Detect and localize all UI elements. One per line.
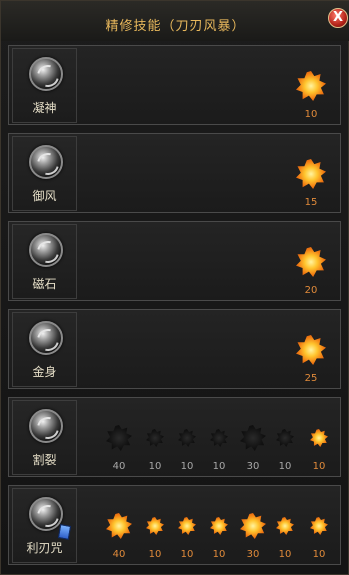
star-icon[interactable] <box>210 517 228 535</box>
skill-slot[interactable]: 利刃咒 <box>12 488 77 563</box>
skill-row: 利刃咒 40 10 10 10 30 10 10 <box>8 485 341 565</box>
skill-icon[interactable] <box>29 321 63 355</box>
skill-row: 御风 15 <box>8 133 341 213</box>
skill-row: 磁石 20 <box>8 221 341 301</box>
star-icon[interactable] <box>178 429 196 447</box>
skill-slot[interactable]: 磁石 <box>12 224 77 299</box>
skill-slot[interactable]: 割裂 <box>12 400 77 475</box>
skill-icon[interactable] <box>29 57 63 91</box>
skill-slot[interactable]: 金身 <box>12 312 77 387</box>
skill-row: 割裂 40 10 10 10 30 10 10 <box>8 397 341 477</box>
close-icon: X <box>332 10 344 25</box>
close-button[interactable]: X <box>328 8 348 28</box>
star-value: 25 <box>304 373 318 384</box>
skill-name: 磁石 <box>32 277 57 291</box>
star-value: 10 <box>312 549 326 560</box>
skill-name: 金身 <box>32 365 57 379</box>
star-value: 40 <box>112 461 126 472</box>
panel-title: 精修技能（刀刃风暴） <box>105 19 246 34</box>
star-icon[interactable] <box>310 517 328 535</box>
star-icon[interactable] <box>296 335 326 365</box>
star-value: 15 <box>304 197 318 208</box>
skill-name: 利刃咒 <box>26 541 63 555</box>
star-icon[interactable] <box>146 429 164 447</box>
star-icon[interactable] <box>310 429 328 447</box>
skill-name: 御风 <box>32 189 57 203</box>
star-icon[interactable] <box>296 159 326 189</box>
star-icon[interactable] <box>296 71 326 101</box>
skill-name: 凝神 <box>32 101 57 115</box>
star-icon[interactable] <box>210 429 228 447</box>
title-bar: 精修技能（刀刃风暴） <box>1 1 349 41</box>
star-icon[interactable] <box>296 247 326 277</box>
skill-icon[interactable] <box>29 409 63 443</box>
refine-skills-panel: 精修技能（刀刃风暴） X 凝神 10 御风 15 磁石 20 金身 25 割裂 40 10 10 10 3… <box>0 0 349 575</box>
star-value: 40 <box>112 549 126 560</box>
skill-row: 金身 25 <box>8 309 341 389</box>
star-icon[interactable] <box>178 517 196 535</box>
star-icon[interactable] <box>240 425 266 451</box>
scroll-icon <box>57 524 72 540</box>
star-icon[interactable] <box>276 429 294 447</box>
star-icon[interactable] <box>146 517 164 535</box>
skill-icon[interactable] <box>29 145 63 179</box>
star-value: 20 <box>304 285 318 296</box>
skill-slot[interactable]: 凝神 <box>12 48 77 123</box>
star-icon[interactable] <box>106 425 132 451</box>
star-value: 10 <box>304 109 318 120</box>
skill-slot[interactable]: 御风 <box>12 136 77 211</box>
star-icon[interactable] <box>240 513 266 539</box>
star-icon[interactable] <box>106 513 132 539</box>
skill-row: 凝神 10 <box>8 45 341 125</box>
skill-icon[interactable] <box>29 497 63 531</box>
skill-name: 割裂 <box>32 453 57 467</box>
star-icon[interactable] <box>276 517 294 535</box>
star-value: 10 <box>312 461 326 472</box>
skill-icon[interactable] <box>29 233 63 267</box>
